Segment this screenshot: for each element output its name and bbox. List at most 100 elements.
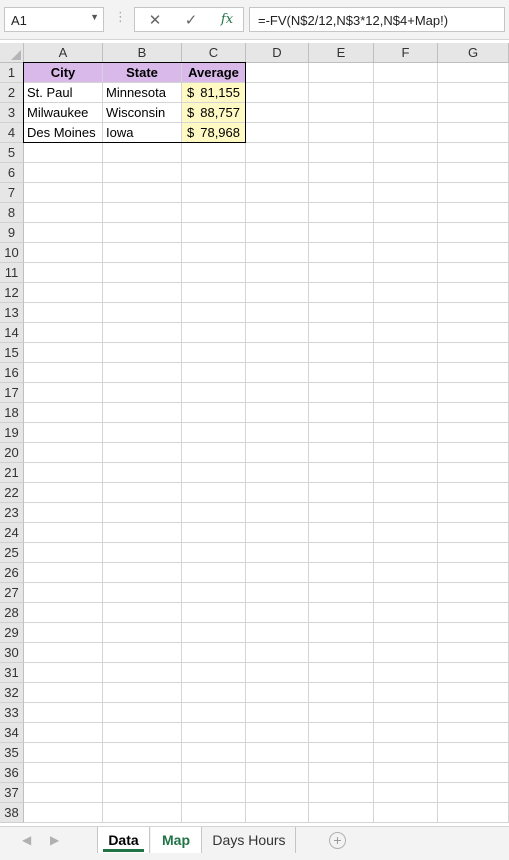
cell-f13[interactable] <box>374 303 438 323</box>
row-header-26[interactable]: 26 <box>0 563 24 583</box>
cell-g20[interactable] <box>438 443 509 463</box>
cell-a16[interactable] <box>24 363 103 383</box>
row-header-34[interactable]: 34 <box>0 723 24 743</box>
column-header-e[interactable]: E <box>309 43 374 63</box>
cell-g1[interactable] <box>438 63 509 83</box>
cell-e22[interactable] <box>309 483 374 503</box>
cell-b33[interactable] <box>103 703 182 723</box>
cell-e25[interactable] <box>309 543 374 563</box>
cell-f9[interactable] <box>374 223 438 243</box>
cell-d29[interactable] <box>246 623 309 643</box>
cell-d2[interactable] <box>246 83 309 103</box>
cell-a35[interactable] <box>24 743 103 763</box>
cell-g36[interactable] <box>438 763 509 783</box>
cell-b11[interactable] <box>103 263 182 283</box>
cell-f36[interactable] <box>374 763 438 783</box>
column-header-d[interactable]: D <box>246 43 309 63</box>
cell-b18[interactable] <box>103 403 182 423</box>
cell-a3[interactable]: Milwaukee <box>24 103 103 123</box>
cell-f28[interactable] <box>374 603 438 623</box>
cell-g7[interactable] <box>438 183 509 203</box>
row-header-36[interactable]: 36 <box>0 763 24 783</box>
enter-icon[interactable]: ✓ <box>173 8 209 31</box>
cell-d26[interactable] <box>246 563 309 583</box>
cell-c9[interactable] <box>182 223 246 243</box>
cell-d11[interactable] <box>246 263 309 283</box>
cell-g16[interactable] <box>438 363 509 383</box>
cell-d32[interactable] <box>246 683 309 703</box>
cell-a4[interactable]: Des Moines <box>24 123 103 143</box>
formula-input[interactable]: =-FV(N$2/12,N$3*12,N$4+Map!) <box>249 7 505 32</box>
cell-e36[interactable] <box>309 763 374 783</box>
cell-d36[interactable] <box>246 763 309 783</box>
tab-data[interactable]: Data <box>97 827 150 853</box>
cell-e38[interactable] <box>309 803 374 823</box>
cell-f6[interactable] <box>374 163 438 183</box>
cell-e6[interactable] <box>309 163 374 183</box>
cell-d9[interactable] <box>246 223 309 243</box>
cell-d25[interactable] <box>246 543 309 563</box>
cell-c24[interactable] <box>182 523 246 543</box>
cell-f12[interactable] <box>374 283 438 303</box>
cell-b22[interactable] <box>103 483 182 503</box>
cell-a8[interactable] <box>24 203 103 223</box>
cell-b35[interactable] <box>103 743 182 763</box>
cell-c31[interactable] <box>182 663 246 683</box>
cell-b2[interactable]: Minnesota <box>103 83 182 103</box>
cell-a24[interactable] <box>24 523 103 543</box>
column-header-b[interactable]: B <box>103 43 182 63</box>
cell-b13[interactable] <box>103 303 182 323</box>
cell-a27[interactable] <box>24 583 103 603</box>
cell-a10[interactable] <box>24 243 103 263</box>
row-header-37[interactable]: 37 <box>0 783 24 803</box>
column-header-f[interactable]: F <box>374 43 438 63</box>
cell-g4[interactable] <box>438 123 509 143</box>
cell-b10[interactable] <box>103 243 182 263</box>
cell-c38[interactable] <box>182 803 246 823</box>
cell-a9[interactable] <box>24 223 103 243</box>
cell-a13[interactable] <box>24 303 103 323</box>
cell-e9[interactable] <box>309 223 374 243</box>
cell-c18[interactable] <box>182 403 246 423</box>
cell-f2[interactable] <box>374 83 438 103</box>
cell-f8[interactable] <box>374 203 438 223</box>
cell-f14[interactable] <box>374 323 438 343</box>
cell-c7[interactable] <box>182 183 246 203</box>
cell-e32[interactable] <box>309 683 374 703</box>
cell-f34[interactable] <box>374 723 438 743</box>
cell-a31[interactable] <box>24 663 103 683</box>
cell-c11[interactable] <box>182 263 246 283</box>
cell-c25[interactable] <box>182 543 246 563</box>
cell-c34[interactable] <box>182 723 246 743</box>
cell-a34[interactable] <box>24 723 103 743</box>
cell-g22[interactable] <box>438 483 509 503</box>
cell-b24[interactable] <box>103 523 182 543</box>
cell-b16[interactable] <box>103 363 182 383</box>
cell-c13[interactable] <box>182 303 246 323</box>
row-header-24[interactable]: 24 <box>0 523 24 543</box>
cell-e13[interactable] <box>309 303 374 323</box>
cell-d23[interactable] <box>246 503 309 523</box>
row-header-30[interactable]: 30 <box>0 643 24 663</box>
cell-b12[interactable] <box>103 283 182 303</box>
tab-map[interactable]: Map <box>151 827 202 853</box>
cell-b20[interactable] <box>103 443 182 463</box>
cell-c26[interactable] <box>182 563 246 583</box>
cell-f16[interactable] <box>374 363 438 383</box>
row-header-27[interactable]: 27 <box>0 583 24 603</box>
cell-e1[interactable] <box>309 63 374 83</box>
cell-f23[interactable] <box>374 503 438 523</box>
cell-g10[interactable] <box>438 243 509 263</box>
row-header-18[interactable]: 18 <box>0 403 24 423</box>
cell-c19[interactable] <box>182 423 246 443</box>
row-header-9[interactable]: 9 <box>0 223 24 243</box>
cell-c20[interactable] <box>182 443 246 463</box>
cell-d34[interactable] <box>246 723 309 743</box>
cancel-icon[interactable]: ✕ <box>137 8 173 31</box>
cell-c17[interactable] <box>182 383 246 403</box>
cell-g27[interactable] <box>438 583 509 603</box>
cell-f10[interactable] <box>374 243 438 263</box>
cell-g26[interactable] <box>438 563 509 583</box>
cell-d14[interactable] <box>246 323 309 343</box>
cell-g30[interactable] <box>438 643 509 663</box>
